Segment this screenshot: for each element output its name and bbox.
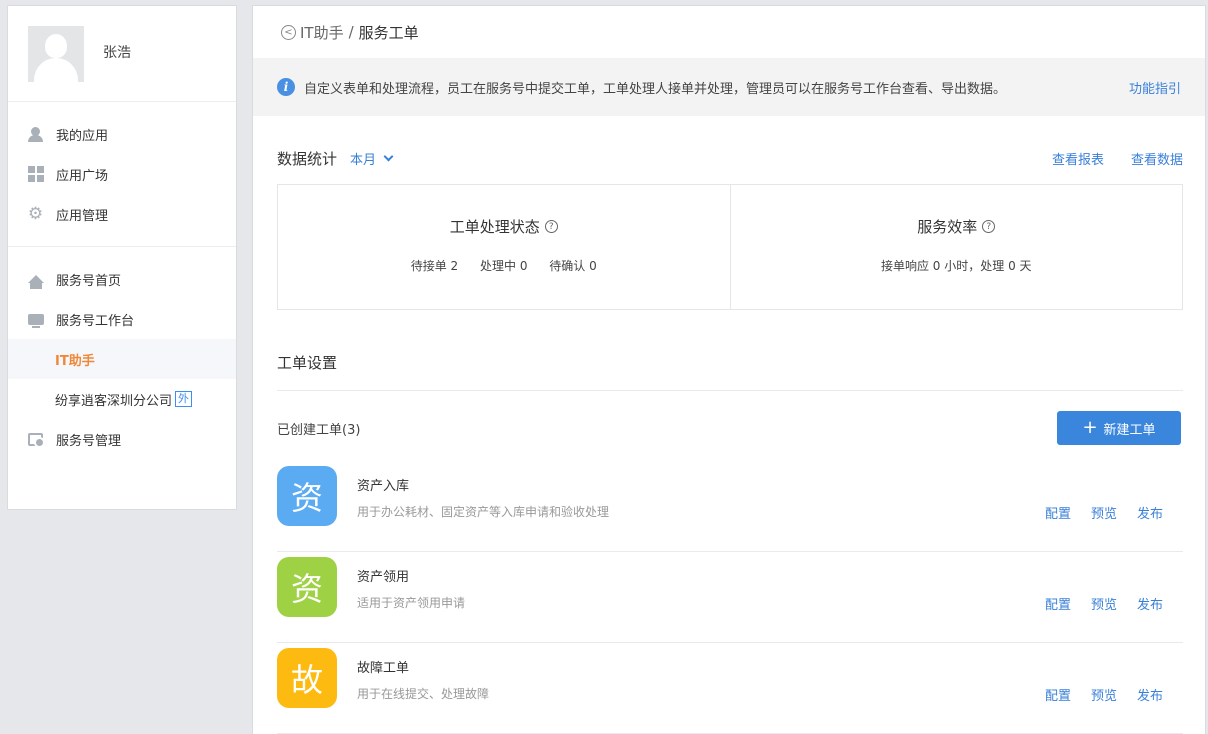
processing-count: 处理中 0 (480, 259, 528, 273)
publish-link[interactable]: 发布 (1137, 594, 1163, 613)
divider (277, 390, 1183, 391)
sidebar-item-label: 纷享逍客深圳分公司 (55, 393, 173, 409)
sidebar-item-label: 我的应用 (56, 128, 109, 144)
app-icon[interactable]: 故 (277, 648, 337, 708)
list-item: 资 资产入库 用于办公耗材、固定资产等入库申请和验收处理 配置 预览 发布 (277, 461, 1183, 552)
list-item: 故 故障工单 用于在线提交、处理故障 配置 预览 发布 (277, 643, 1183, 734)
item-desc: 用于办公耗材、固定资产等入库申请和验收处理 (357, 505, 610, 519)
item-name: 资产入库 (357, 479, 410, 494)
sidebar-item-service-manage[interactable]: 服务号管理 (8, 419, 236, 459)
pending-count: 待接单 2 (410, 259, 459, 273)
status-stat-title: 工单处理状态 (449, 218, 540, 236)
info-icon: i (277, 78, 295, 96)
publish-link[interactable]: 发布 (1137, 685, 1163, 704)
page-title: 服务工单 (358, 23, 419, 42)
sidebar-item-label: 应用广场 (56, 168, 109, 184)
item-name: 故障工单 (357, 661, 410, 676)
info-text: 自定义表单和处理流程，员工在服务号中提交工单，工单处理人接单并处理，管理员可以在… (304, 81, 1007, 97)
view-data-link[interactable]: 查看数据 (1131, 149, 1183, 168)
sidebar-item-label: 应用管理 (56, 208, 109, 224)
sidebar: 张浩 我的应用 应用广场 ⚙ 应用管理 服务号首页 服务号工作台 IT助手 纷享… (7, 5, 237, 510)
settings-title: 工单设置 (277, 354, 338, 372)
home-icon (27, 271, 44, 289)
app-icon[interactable]: 资 (277, 466, 337, 526)
config-link[interactable]: 配置 (1045, 594, 1071, 613)
monitor-icon (27, 311, 44, 328)
external-badge: 外 (175, 391, 193, 407)
manage-icon (27, 431, 45, 448)
preview-link[interactable]: 预览 (1091, 503, 1117, 522)
view-report-link[interactable]: 查看报表 (1052, 149, 1104, 168)
confirming-count: 待确认 0 (549, 259, 597, 273)
efficiency-stat-title: 服务效率 (917, 218, 978, 236)
grid-icon (27, 166, 44, 183)
new-ticket-label: 新建工单 (1103, 422, 1156, 438)
breadcrumb: < IT助手 / 服务工单 (253, 6, 1205, 58)
chevron-down-icon (383, 151, 394, 162)
user-icon (27, 126, 44, 143)
sidebar-item-workbench[interactable]: 服务号工作台 (8, 299, 236, 339)
stats-title: 数据统计 (277, 150, 338, 168)
back-icon[interactable]: < (281, 24, 296, 40)
config-link[interactable]: 配置 (1045, 685, 1071, 704)
sidebar-item-label: 服务号首页 (56, 273, 122, 289)
sidebar-item-label: 服务号工作台 (56, 313, 135, 329)
item-desc: 适用于资产领用申请 (357, 596, 466, 610)
sidebar-item-service-home[interactable]: 服务号首页 (8, 259, 236, 299)
info-bar: i 自定义表单和处理流程，员工在服务号中提交工单，工单处理人接单并处理，管理员可… (253, 58, 1205, 116)
efficiency-stat: 服务效率 ? 接单响应 0 小时，处理 0 天 (729, 185, 1183, 309)
list-item: 资 资产领用 适用于资产领用申请 配置 预览 发布 (277, 552, 1183, 643)
stats-box: 工单处理状态 ? 待接单 2 处理中 0 待确认 0 服务效率 ? 接单响应 0… (277, 184, 1183, 310)
help-icon[interactable]: ? (982, 220, 996, 233)
guide-link[interactable]: 功能指引 (1129, 78, 1181, 97)
item-name: 资产领用 (357, 570, 410, 585)
sidebar-item-label: 服务号管理 (56, 433, 122, 449)
main-panel: < IT助手 / 服务工单 i 自定义表单和处理流程，员工在服务号中提交工单，工… (252, 5, 1206, 734)
preview-link[interactable]: 预览 (1091, 594, 1117, 613)
stats-header: 数据统计 本月 查看报表 查看数据 (277, 148, 1183, 169)
config-link[interactable]: 配置 (1045, 503, 1071, 522)
avatar[interactable] (28, 26, 84, 82)
sidebar-item-shenzhen-branch[interactable]: 纷享逍客深圳分公司 外 (8, 379, 236, 419)
app-icon[interactable]: 资 (277, 557, 337, 617)
preview-link[interactable]: 预览 (1091, 685, 1117, 704)
user-profile: 张浩 (8, 6, 236, 102)
sidebar-item-it-assistant[interactable]: IT助手 (8, 339, 236, 379)
nav-group-apps: 我的应用 应用广场 ⚙ 应用管理 (8, 102, 236, 247)
status-stat: 工单处理状态 ? 待接单 2 处理中 0 待确认 0 (278, 185, 730, 309)
help-icon[interactable]: ? (544, 220, 558, 233)
sidebar-item-app-manage[interactable]: ⚙ 应用管理 (8, 194, 236, 234)
user-name: 张浩 (103, 45, 131, 61)
efficiency-value: 接单响应 0 小时，处理 0 天 (880, 259, 1032, 273)
publish-link[interactable]: 发布 (1137, 503, 1163, 522)
nav-group-service: 服务号首页 服务号工作台 IT助手 纷享逍客深圳分公司 外 服务号管理 (8, 247, 236, 471)
period-value: 本月 (350, 153, 377, 168)
breadcrumb-separator: / (348, 23, 354, 41)
new-ticket-button[interactable]: + 新建工单 (1057, 411, 1181, 445)
plus-icon: + (1082, 417, 1098, 438)
breadcrumb-parent[interactable]: IT助手 (300, 22, 344, 43)
period-dropdown[interactable]: 本月 (350, 149, 394, 168)
created-count: 已创建工单(3) (277, 423, 361, 438)
sidebar-item-app-square[interactable]: 应用广场 (8, 154, 236, 194)
sidebar-item-my-apps[interactable]: 我的应用 (8, 114, 236, 154)
item-desc: 用于在线提交、处理故障 (357, 687, 490, 701)
gear-icon: ⚙ (27, 204, 44, 224)
